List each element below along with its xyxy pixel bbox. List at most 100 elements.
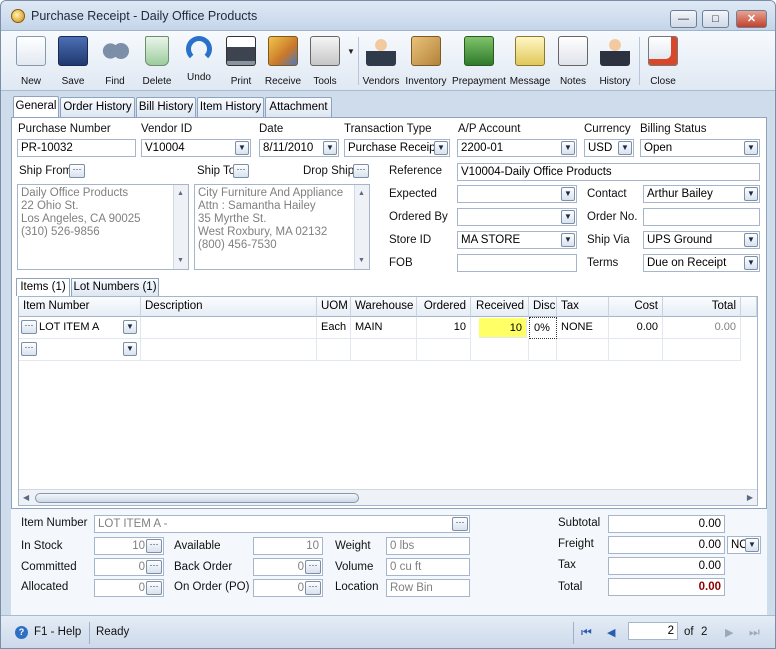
store-id-combo[interactable]: MA STORE ▼: [457, 231, 577, 249]
column-header-cost[interactable]: Cost: [609, 297, 663, 317]
chevron-down-icon[interactable]: ▼: [618, 141, 632, 155]
ship-to-scrollbar[interactable]: ▲ ▼: [354, 185, 369, 269]
back-order-lookup-button[interactable]: ⋯: [305, 560, 321, 574]
notes-button[interactable]: Notes: [553, 34, 593, 88]
chevron-down-icon[interactable]: ▼: [434, 141, 448, 155]
vendors-button[interactable]: Vendors: [361, 34, 401, 88]
item-number-cell[interactable]: ⋯ ▼: [19, 339, 141, 361]
vendor-id-combo[interactable]: V10004 ▼: [141, 139, 251, 157]
tools-button[interactable]: Tools: [305, 34, 345, 88]
disc-cell[interactable]: 0%: [529, 317, 557, 339]
tax-cell[interactable]: [557, 339, 609, 361]
committed-lookup-button[interactable]: ⋯: [146, 560, 162, 574]
item-lookup-button[interactable]: ⋯: [21, 320, 37, 334]
find-button[interactable]: Find: [95, 34, 135, 88]
description-cell[interactable]: [141, 339, 317, 361]
new-button[interactable]: New: [11, 34, 51, 88]
ordered-cell[interactable]: [417, 339, 471, 361]
uom-cell[interactable]: [317, 339, 351, 361]
chevron-down-icon[interactable]: ▼: [323, 141, 337, 155]
order-no-field[interactable]: [643, 208, 760, 226]
ordered-by-combo[interactable]: ▼: [457, 208, 577, 226]
save-button[interactable]: Save: [53, 34, 93, 88]
chevron-down-icon[interactable]: ▼: [123, 320, 137, 334]
chevron-down-icon[interactable]: ▼: [745, 538, 759, 552]
column-header-tax[interactable]: Tax: [557, 297, 609, 317]
ap-account-combo[interactable]: 2200-01 ▼: [457, 139, 577, 157]
item-number-cell[interactable]: ⋯ LOT ITEM A ▼: [19, 317, 141, 339]
chevron-down-icon[interactable]: ▼: [561, 210, 575, 224]
message-button[interactable]: Message: [509, 34, 551, 88]
close-button[interactable]: Close: [643, 34, 683, 88]
tab-attachment[interactable]: Attachment: [265, 97, 332, 117]
date-picker[interactable]: 8/11/2010 ▼: [259, 139, 339, 157]
transaction-type-combo[interactable]: Purchase Receipt ▼: [344, 139, 450, 157]
disc-cell[interactable]: [529, 339, 557, 361]
scroll-left-icon[interactable]: ◀: [23, 493, 29, 502]
column-header-uom[interactable]: UOM: [317, 297, 351, 317]
ship-to-address[interactable]: City Furniture And Appliance Attn : Sama…: [194, 184, 370, 270]
chevron-down-icon[interactable]: ▼: [744, 187, 758, 201]
undo-button[interactable]: Undo: [179, 34, 219, 88]
chevron-down-icon[interactable]: ▼: [561, 233, 575, 247]
cost-cell[interactable]: 0.00: [609, 317, 663, 339]
items-horizontal-scrollbar[interactable]: ◀ ▶: [19, 489, 757, 505]
print-button[interactable]: Print: [221, 34, 261, 88]
received-cell[interactable]: 10: [479, 318, 527, 338]
column-header-disc[interactable]: Disc: [529, 297, 557, 317]
last-record-icon[interactable]: ⏭: [749, 625, 760, 640]
previous-record-icon[interactable]: ◀: [607, 626, 615, 639]
fob-field[interactable]: [457, 254, 577, 272]
history-button[interactable]: History: [595, 34, 635, 88]
received-cell[interactable]: [471, 339, 529, 361]
scrollbar-thumb[interactable]: [35, 493, 359, 503]
in-stock-lookup-button[interactable]: ⋯: [146, 539, 162, 553]
column-header-total[interactable]: Total: [663, 297, 741, 317]
page-number-field[interactable]: 2: [628, 622, 678, 640]
column-header-received[interactable]: Received: [471, 297, 529, 317]
scroll-right-icon[interactable]: ▶: [747, 493, 753, 502]
ship-from-address[interactable]: Daily Office Products 22 Ohio St. Los An…: [17, 184, 189, 270]
cost-cell[interactable]: [609, 339, 663, 361]
description-cell[interactable]: [141, 317, 317, 339]
first-record-icon[interactable]: ⏮: [581, 625, 592, 640]
column-header-warehouse[interactable]: Warehouse: [351, 297, 417, 317]
on-order-lookup-button[interactable]: ⋯: [305, 581, 321, 595]
inventory-button[interactable]: Inventory: [403, 34, 449, 88]
warehouse-cell[interactable]: [351, 339, 417, 361]
ship-from-scrollbar[interactable]: ▲ ▼: [173, 185, 188, 269]
reference-field[interactable]: V10004-Daily Office Products: [457, 163, 760, 181]
help-icon[interactable]: ?: [15, 626, 28, 639]
item-lookup-button[interactable]: ⋯: [21, 342, 37, 356]
chevron-down-icon[interactable]: ▼: [561, 141, 575, 155]
column-header-description[interactable]: Description: [141, 297, 317, 317]
ordered-cell[interactable]: 10: [417, 317, 471, 339]
expected-date-picker[interactable]: ▼: [457, 185, 577, 203]
freight-code-combo[interactable]: NO ▼: [727, 536, 761, 554]
tab-order-history[interactable]: Order History: [60, 97, 135, 117]
uom-cell[interactable]: Each: [317, 317, 351, 339]
tab-item-history[interactable]: Item History: [197, 97, 264, 117]
chevron-down-icon[interactable]: ▼: [123, 342, 137, 356]
chevron-down-icon[interactable]: ▼: [744, 256, 758, 270]
tax-cell[interactable]: NONE: [557, 317, 609, 339]
close-window-button[interactable]: ✕: [736, 10, 767, 28]
maximize-button[interactable]: □: [702, 10, 729, 28]
help-text[interactable]: F1 - Help: [34, 626, 81, 638]
ship-from-lookup-button[interactable]: ⋯: [69, 164, 85, 178]
chevron-down-icon[interactable]: ▼: [561, 187, 575, 201]
warehouse-cell[interactable]: MAIN: [351, 317, 417, 339]
tab-lot-numbers[interactable]: Lot Numbers (1): [71, 278, 159, 296]
minimize-button[interactable]: —: [670, 10, 697, 28]
drop-ship-lookup-button[interactable]: ⋯: [353, 164, 369, 178]
terms-combo[interactable]: Due on Receipt ▼: [643, 254, 760, 272]
prepayment-button[interactable]: Prepayment: [451, 34, 507, 88]
contact-combo[interactable]: Arthur Bailey ▼: [643, 185, 760, 203]
delete-button[interactable]: Delete: [137, 34, 177, 88]
column-header-item-number[interactable]: Item Number: [19, 297, 141, 317]
billing-status-combo[interactable]: Open ▼: [640, 139, 760, 157]
ship-via-combo[interactable]: UPS Ground ▼: [643, 231, 760, 249]
next-record-icon[interactable]: ▶: [725, 626, 733, 639]
item-number-lookup-button[interactable]: ⋯: [452, 517, 468, 531]
ship-to-lookup-button[interactable]: ⋯: [233, 164, 249, 178]
